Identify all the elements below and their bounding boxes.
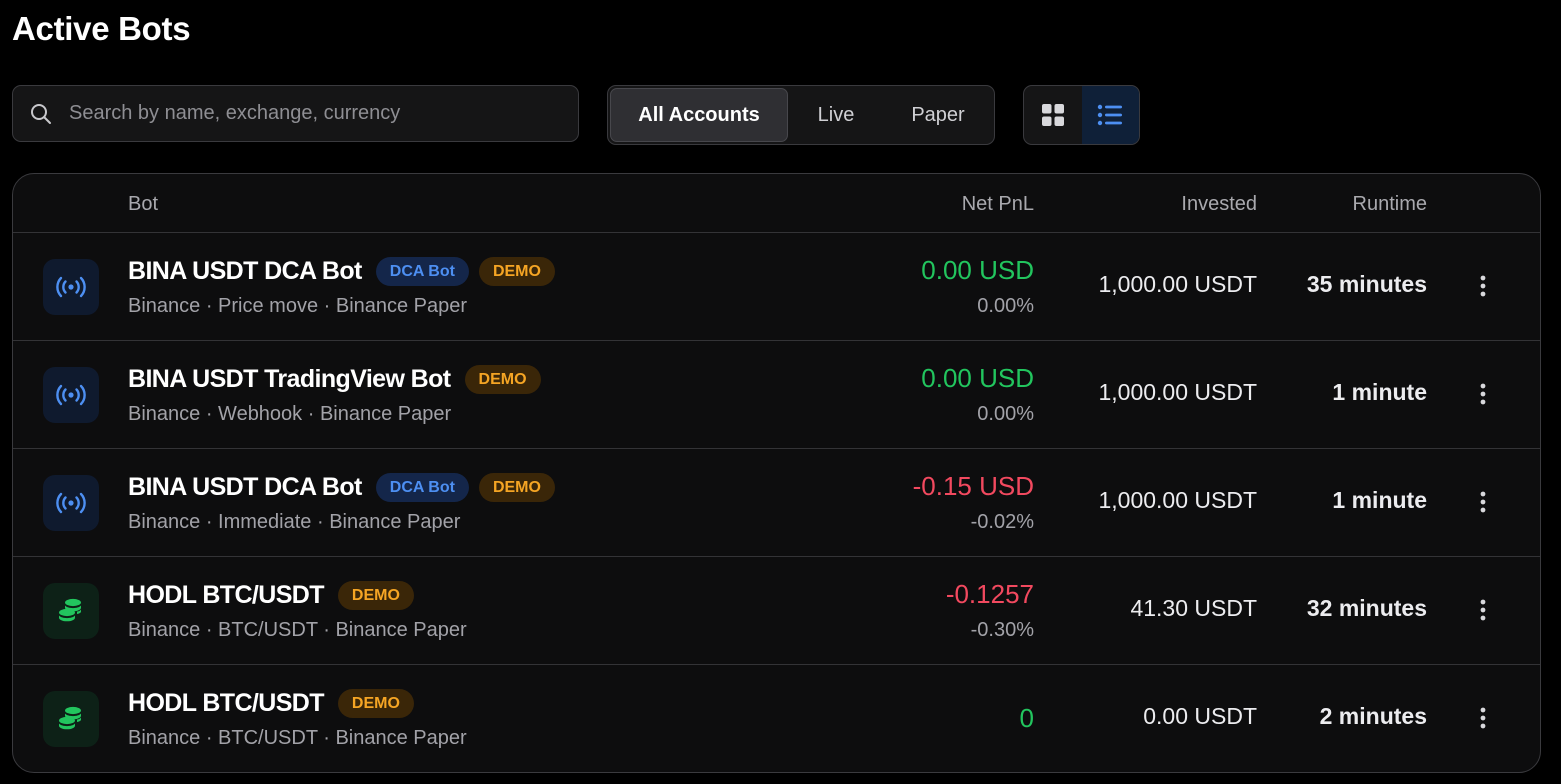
col-header-invested[interactable]: Invested — [1181, 193, 1257, 216]
row-menu-button[interactable] — [1473, 379, 1493, 409]
bot-avatar — [43, 475, 99, 531]
bot-subtitle: Binance · BTC/USDT · Binance Paper — [128, 727, 467, 749]
filter-all-accounts[interactable]: All Accounts — [610, 88, 788, 142]
bot-type-badge: DCA Bot — [375, 473, 469, 502]
col-header-net-pnl[interactable]: Net PnL — [962, 193, 1034, 216]
col-header-bot[interactable]: Bot — [128, 193, 158, 216]
bot-avatar — [43, 367, 99, 423]
net-pnl-percent: 0.00% — [977, 403, 1034, 425]
bot-subtitle: Binance · Immediate · Binance Paper — [128, 511, 461, 533]
bot-name[interactable]: BINA USDT TradingView Bot — [128, 365, 451, 394]
runtime-value: 32 minutes — [1306, 595, 1427, 621]
col-header-runtime[interactable]: Runtime — [1353, 193, 1427, 216]
bot-subtitle: Binance · Price move · Binance Paper — [128, 295, 468, 317]
net-pnl-value: -0.15 USD — [912, 471, 1034, 501]
more-vertical-icon — [1480, 275, 1486, 297]
search-box[interactable] — [12, 85, 579, 142]
demo-badge: DEMO — [337, 689, 414, 718]
more-vertical-icon — [1480, 491, 1486, 513]
bot-name[interactable]: BINA USDT DCA Bot — [128, 473, 362, 502]
runtime-value: 1 minute — [1332, 487, 1427, 513]
list-view-button[interactable] — [1081, 86, 1139, 144]
table-row[interactable]: BINA USDT DCA Bot DCA Bot DEMO Binance ·… — [13, 449, 1540, 557]
runtime-value: 2 minutes — [1319, 703, 1427, 729]
more-vertical-icon — [1480, 707, 1486, 729]
table-row[interactable]: BINA USDT DCA Bot DCA Bot DEMO Binance ·… — [13, 233, 1540, 341]
invested-value: 1,000.00 USDT — [1098, 271, 1257, 297]
net-pnl-percent: -0.02% — [970, 511, 1034, 533]
account-filter: All Accounts Live Paper — [607, 85, 995, 145]
bot-avatar — [43, 259, 99, 315]
bot-name-line: HODL BTC/USDT DEMO — [128, 689, 414, 718]
coins-icon — [59, 706, 81, 730]
bot-name-line: BINA USDT DCA Bot DCA Bot DEMO — [128, 257, 555, 286]
bot-name[interactable]: HODL BTC/USDT — [128, 689, 325, 718]
invested-value: 1,000.00 USDT — [1098, 487, 1257, 513]
invested-value: 1,000.00 USDT — [1098, 379, 1257, 405]
demo-badge: DEMO — [478, 257, 555, 286]
bot-subtitle: Binance · Webhook · Binance Paper — [128, 403, 452, 425]
bots-table: Bot Net PnL Invested Runtime BINA USDT D… — [12, 173, 1541, 773]
bot-name-line: BINA USDT DCA Bot DCA Bot DEMO — [128, 473, 555, 502]
bot-subtitle: Binance · BTC/USDT · Binance Paper — [128, 619, 467, 641]
table-row[interactable]: HODL BTC/USDT DEMO Binance · BTC/USDT · … — [13, 557, 1540, 665]
table-row[interactable]: HODL BTC/USDT DEMO Binance · BTC/USDT · … — [13, 665, 1540, 772]
demo-badge: DEMO — [464, 365, 541, 394]
demo-badge: DEMO — [337, 581, 414, 610]
grid-icon — [1041, 104, 1064, 126]
net-pnl-value: 0.00 USD — [921, 363, 1034, 393]
search-input[interactable] — [69, 102, 578, 125]
invested-value: 41.30 USDT — [1130, 595, 1257, 621]
bot-type-badge: DCA Bot — [375, 257, 469, 286]
row-menu-button[interactable] — [1473, 487, 1493, 517]
row-menu-button[interactable] — [1473, 271, 1493, 301]
net-pnl-value: -0.1257 — [945, 579, 1034, 609]
row-menu-button[interactable] — [1473, 595, 1493, 625]
bot-name-line: HODL BTC/USDT DEMO — [128, 581, 414, 610]
view-toggle — [1023, 85, 1140, 145]
table-body: BINA USDT DCA Bot DCA Bot DEMO Binance ·… — [13, 233, 1540, 772]
bot-name[interactable]: BINA USDT DCA Bot — [128, 257, 362, 286]
broadcast-icon — [56, 492, 86, 514]
table-header: Bot Net PnL Invested Runtime — [13, 174, 1540, 233]
more-vertical-icon — [1480, 599, 1486, 621]
filter-paper[interactable]: Paper — [884, 88, 992, 142]
table-row[interactable]: BINA USDT TradingView Bot DEMO Binance ·… — [13, 341, 1540, 449]
net-pnl-percent: -0.30% — [970, 619, 1034, 641]
net-pnl-value: 0 — [1019, 703, 1034, 733]
bot-name-line: BINA USDT TradingView Bot DEMO — [128, 365, 541, 394]
demo-badge: DEMO — [478, 473, 555, 502]
row-menu-button[interactable] — [1473, 703, 1493, 733]
runtime-value: 1 minute — [1332, 379, 1427, 405]
runtime-value: 35 minutes — [1306, 271, 1427, 297]
grid-view-button[interactable] — [1024, 86, 1082, 144]
page-title: Active Bots — [12, 10, 191, 47]
broadcast-icon — [56, 276, 86, 298]
net-pnl-percent: 0.00% — [977, 295, 1034, 317]
broadcast-icon — [56, 384, 86, 406]
bot-avatar — [43, 691, 99, 747]
bot-avatar — [43, 583, 99, 639]
filter-live[interactable]: Live — [788, 88, 884, 142]
more-vertical-icon — [1480, 383, 1486, 405]
net-pnl-value: 0.00 USD — [921, 255, 1034, 285]
invested-value: 0.00 USDT — [1143, 703, 1257, 729]
bot-name[interactable]: HODL BTC/USDT — [128, 581, 325, 610]
list-icon — [1098, 104, 1123, 126]
coins-icon — [59, 598, 81, 622]
search-icon — [29, 101, 55, 127]
